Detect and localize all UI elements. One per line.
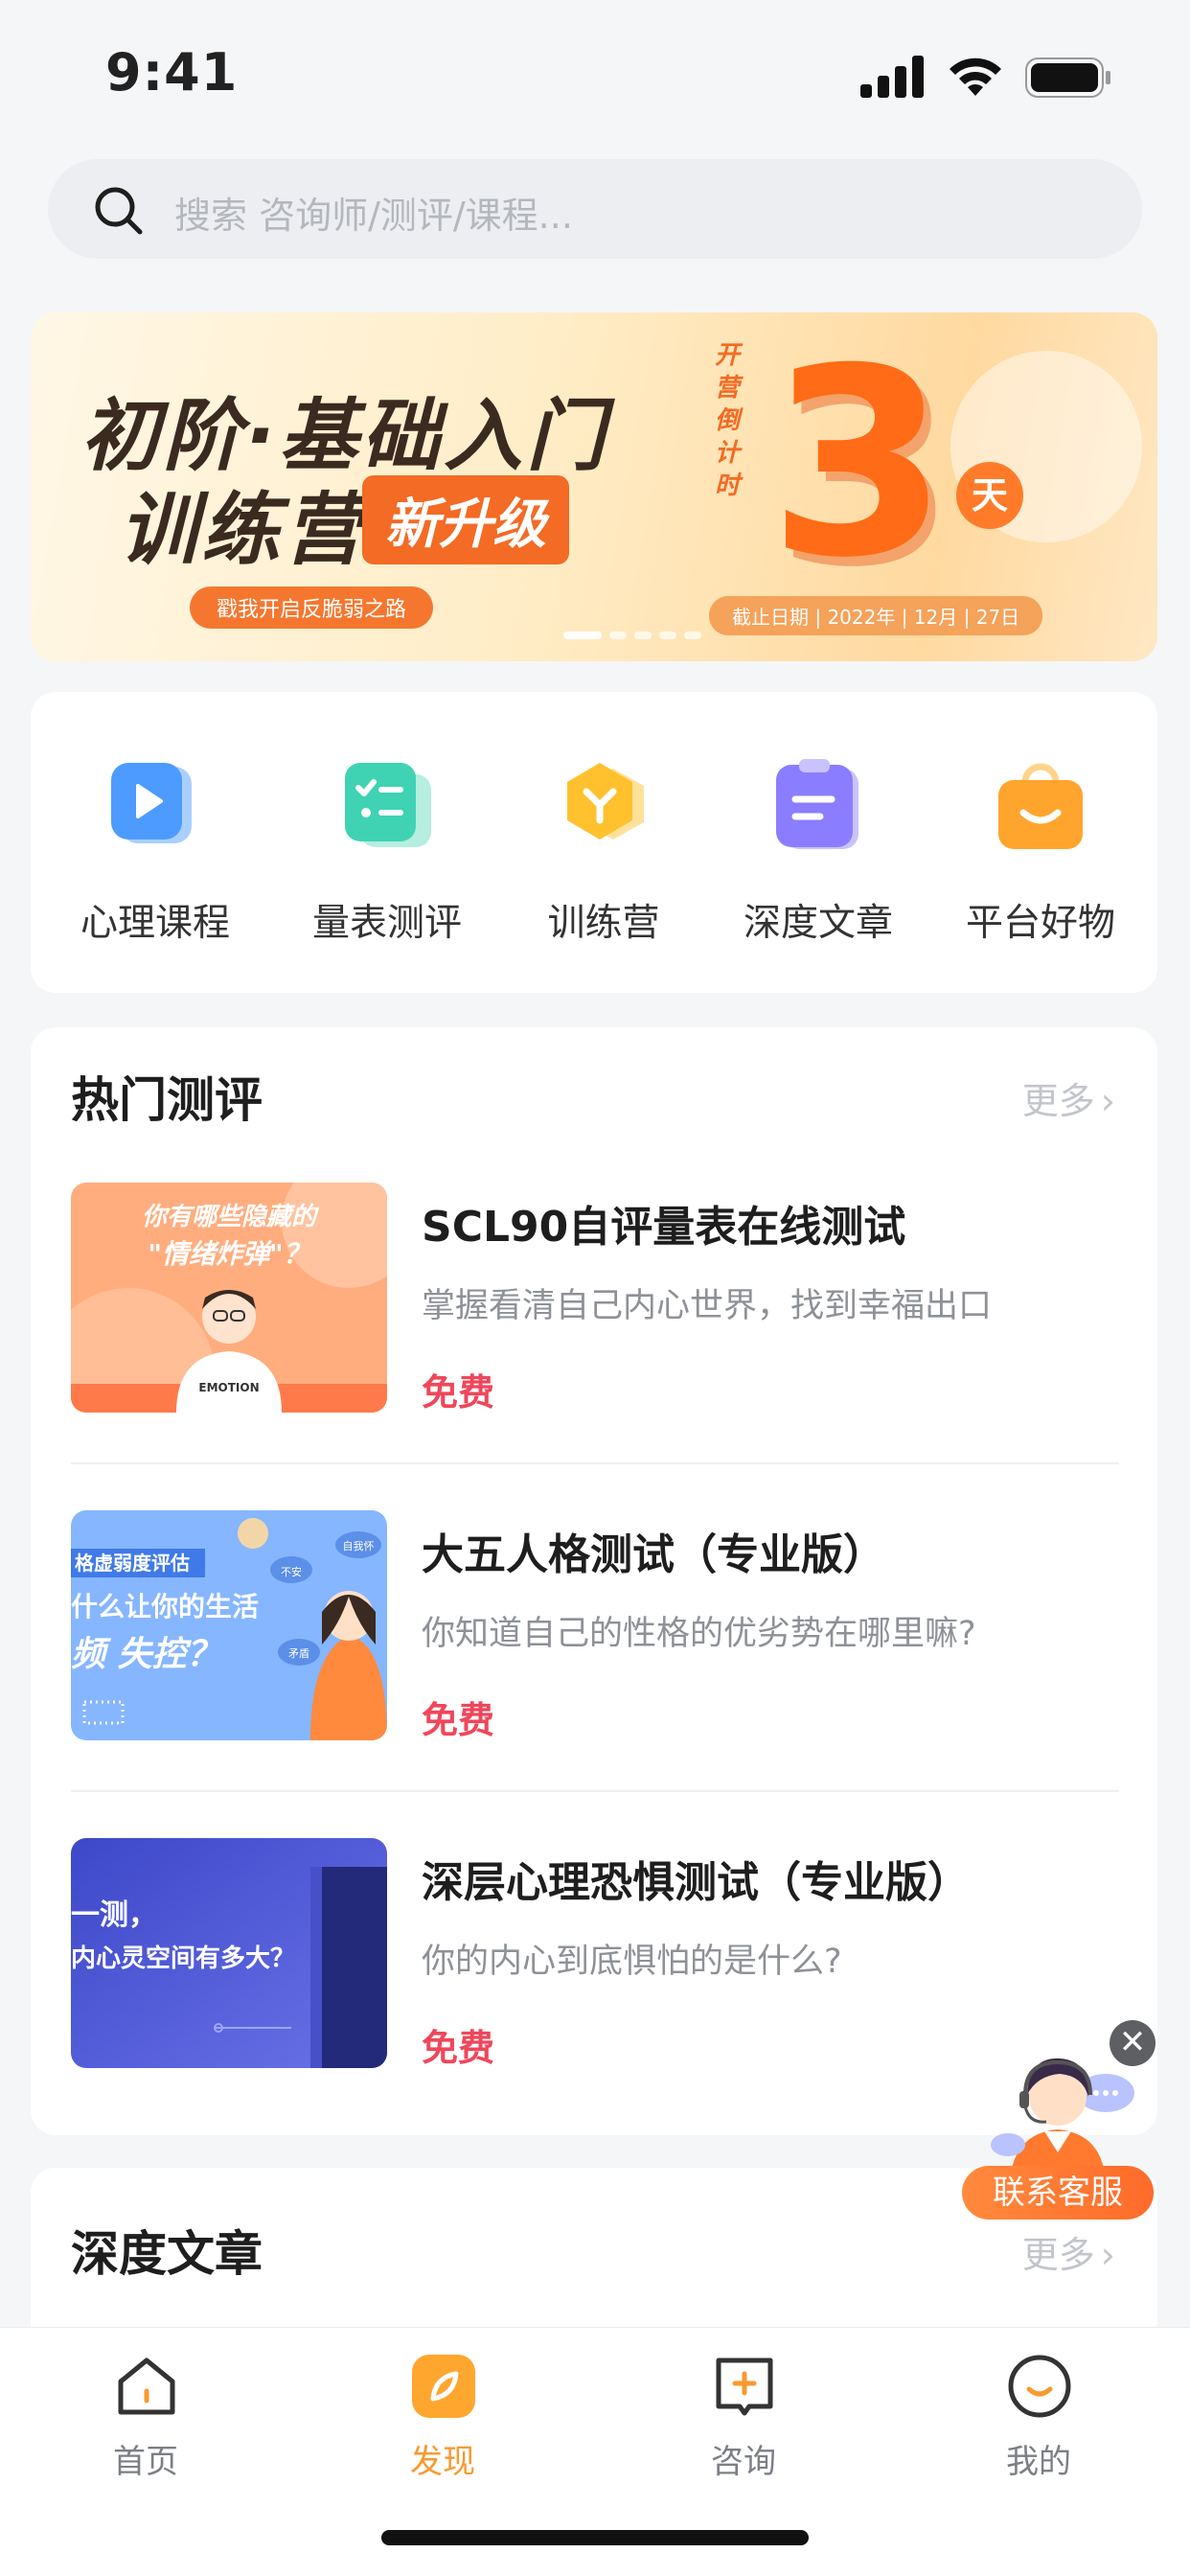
banner-countdown-label: 开营倒计时 [715, 341, 741, 500]
thumb-tag: EMOTION [198, 1381, 259, 1394]
status-bar: 9:41 [0, 0, 1190, 144]
battery-icon [1025, 58, 1110, 98]
search-bar[interactable]: 搜索 咨询师/测评/课程... [48, 159, 1142, 259]
test-title: SCL90自评量表在线测试 [422, 1203, 906, 1252]
thumb-text: "情绪炸弹"？ [148, 1238, 309, 1270]
clipboard-icon [776, 759, 858, 849]
quick-nav-label: 心理课程 [80, 902, 230, 945]
status-time: 9:41 [105, 42, 239, 103]
search-placeholder: 搜索 咨询师/测评/课程... [174, 195, 573, 237]
more-link[interactable]: 更多 › [1022, 2225, 1115, 2278]
tab-label: 咨询 [711, 2443, 776, 2481]
profile-icon [1008, 2355, 1071, 2418]
thumb-text: 频 失控？ [71, 1635, 221, 1674]
test-description: 掌握看清自己内心世界，找到幸福出口 [422, 1287, 993, 1325]
banner-dot[interactable] [609, 632, 627, 639]
test-price: 免费 [422, 1699, 495, 1741]
shopping-bag-icon [998, 763, 1083, 849]
tab-home[interactable]: 首页 [50, 2328, 241, 2510]
hot-tests-section: 热门测评 更多 › 你有哪些隐藏的 "情绪炸弹"？ EMOTION SCL90自评… [31, 1027, 1157, 2135]
test-thumbnail-emotion: 你有哪些隐藏的 "情绪炸弹"？ EMOTION [71, 1183, 387, 1413]
thumb-text: 你有哪些隐藏的 [142, 1203, 320, 1231]
wifi-icon [950, 58, 1001, 96]
tab-profile[interactable]: 我的 [943, 2328, 1134, 2510]
banner-slogan: 戳我开启反脆弱之路 [190, 586, 434, 629]
cellular-signal-icon [860, 56, 924, 98]
test-title: 深层心理恐惧测试（专业版） [422, 1858, 970, 1907]
banner-badge: 新升级 [362, 475, 569, 564]
banner-countdown-value: 3 [768, 312, 949, 614]
banner-dot[interactable] [659, 632, 676, 639]
quick-nav-item-camp[interactable]: 训练营 [498, 692, 709, 993]
quick-nav-label: 平台好物 [965, 902, 1115, 945]
quick-nav-label: 深度文章 [743, 902, 893, 945]
test-description: 你知道自己的性格的优劣势在哪里嘛? [422, 1615, 976, 1653]
thumb-bubble: 自我怀 [343, 1540, 375, 1552]
test-thumbnail-fear: 一测， 内心灵空间有多大？ [71, 1838, 387, 2068]
section-title: 深度文章 [71, 2226, 263, 2282]
more-label: 更多 [1021, 1080, 1095, 1122]
banner-title-line2: 训练营 [119, 485, 366, 576]
tab-discover[interactable]: 发现 [347, 2328, 538, 2510]
quick-nav-item-scales[interactable]: 量表测评 [282, 692, 492, 993]
banner-deadline: 截止日期 | 2022年 | 12月 | 27日 [709, 596, 1043, 635]
checklist-icon [345, 763, 431, 847]
contact-service-button[interactable]: 联系客服 [962, 2166, 1154, 2220]
banner-pagination[interactable] [563, 625, 709, 643]
banner-dot[interactable] [684, 632, 701, 639]
search-icon [95, 187, 143, 235]
test-title: 大五人格测试（专业版） [422, 1530, 885, 1579]
chevron-right-icon: › [1100, 2234, 1115, 2276]
test-thumbnail-bigfive: 格虚弱度评估 什么让你的生活 频 失控？ 不安 自我怀 矛盾 [71, 1510, 387, 1740]
quick-nav: 心理课程 量表测评 训练营 深度文章 平台好物 [31, 692, 1157, 993]
customer-service-float[interactable]: ✕ 联系客服 [962, 2009, 1163, 2229]
test-item[interactable]: 你有哪些隐藏的 "情绪炸弹"？ EMOTION SCL90自评量表在线测试 掌握… [71, 1183, 1119, 1414]
home-indicator [381, 2530, 809, 2545]
thumb-bubble: 不安 [281, 1565, 302, 1578]
quick-nav-item-articles[interactable]: 深度文章 [713, 692, 924, 993]
thumb-text: 一测， [71, 1898, 157, 1932]
play-video-icon [111, 763, 192, 843]
hexagon-y-icon [567, 763, 644, 840]
thumb-text: 内心灵空间有多大？ [71, 1944, 295, 1973]
divider [71, 1462, 1119, 1464]
promo-banner[interactable]: 初阶·基础入门 训练营 新升级 戳我开启反脆弱之路 开营倒计时 3 天 截止日期… [31, 312, 1157, 661]
tab-consult[interactable]: 咨询 [648, 2328, 839, 2510]
banner-countdown-unit: 天 [956, 462, 1023, 529]
quick-nav-label: 训练营 [547, 902, 660, 945]
consult-icon [716, 2358, 773, 2416]
quick-nav-item-courses[interactable]: 心理课程 [50, 692, 261, 993]
home-icon [118, 2358, 175, 2415]
chevron-right-icon: › [1100, 1080, 1115, 1122]
banner-dot[interactable] [563, 632, 602, 639]
tab-label: 发现 [410, 2443, 475, 2481]
quick-nav-item-shop[interactable]: 平台好物 [935, 692, 1146, 993]
thumb-text: 格虚弱度评估 [75, 1552, 190, 1575]
close-icon[interactable]: ✕ [1110, 2020, 1156, 2066]
more-link[interactable]: 更多 › [1022, 1071, 1115, 1124]
thumb-text: 什么让你的生活 [71, 1591, 259, 1622]
divider [71, 1790, 1119, 1792]
test-price: 免费 [422, 1371, 495, 1414]
thumb-bubble: 矛盾 [288, 1647, 309, 1660]
test-item[interactable]: 格虚弱度评估 什么让你的生活 频 失控？ 不安 自我怀 矛盾 大五人格测试（专业… [71, 1510, 1119, 1741]
tab-label: 我的 [1006, 2443, 1071, 2481]
more-label: 更多 [1021, 2234, 1095, 2276]
quick-nav-label: 量表测评 [311, 902, 462, 945]
test-description: 你的内心到底惧怕的是什么? [422, 1943, 842, 1981]
test-price: 免费 [422, 2027, 495, 2069]
tab-label: 首页 [113, 2443, 178, 2481]
section-title: 热门测评 [71, 1072, 263, 1128]
banner-dot[interactable] [634, 632, 652, 639]
discover-icon [412, 2355, 475, 2418]
